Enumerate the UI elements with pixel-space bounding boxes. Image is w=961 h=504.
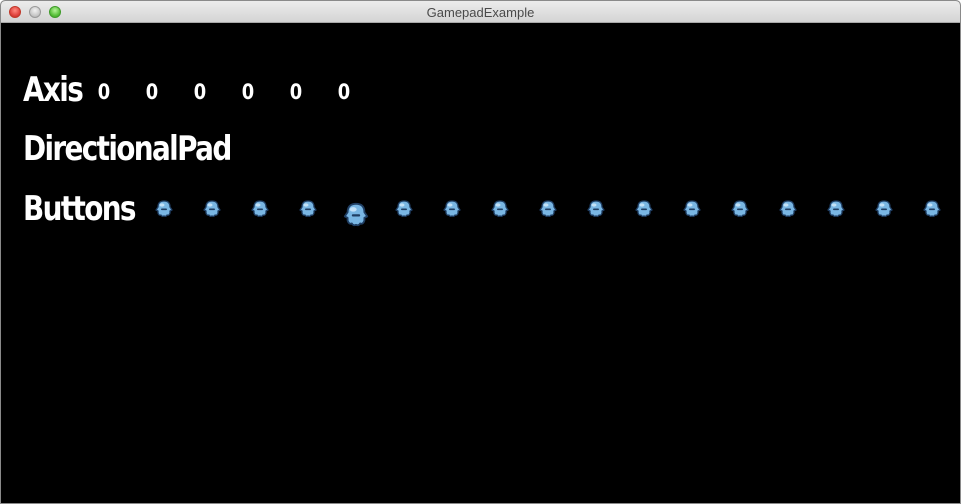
gamepad-button-indicator	[538, 199, 558, 219]
gamepad-button-indicator	[250, 199, 270, 219]
axis-value: 0	[241, 80, 255, 104]
gamepad-button-indicator	[341, 201, 371, 229]
axis-value: 0	[289, 80, 303, 104]
axis-value: 0	[145, 80, 159, 104]
gamepad-button-indicator	[874, 199, 894, 219]
gamepad-button-indicator	[778, 199, 798, 219]
gamepad-button-indicator	[922, 199, 942, 219]
window-title: GamepadExample	[426, 5, 535, 20]
app-window: GamepadExample Axis 0 0 0 0 0 0 Directio…	[0, 0, 961, 504]
gamepad-button-indicator	[586, 199, 606, 219]
gamepad-button-indicator	[442, 199, 462, 219]
axis-value: 0	[337, 80, 351, 104]
gamepad-button-indicator	[298, 199, 318, 219]
gamepad-button-indicator	[634, 199, 654, 219]
title-bar[interactable]: GamepadExample	[1, 1, 960, 23]
gamepad-button-indicator	[730, 199, 750, 219]
gamepad-button-indicator	[490, 199, 510, 219]
gamepad-button-indicator	[826, 199, 846, 219]
axis-value: 0	[193, 80, 207, 104]
axis-label: Axis	[23, 70, 84, 110]
axis-value: 0	[97, 80, 111, 104]
gamepad-button-indicator	[682, 199, 702, 219]
gamepad-button-indicator	[202, 199, 222, 219]
buttons-label: Buttons	[23, 189, 137, 229]
gamepad-button-indicator	[154, 199, 174, 219]
gamepad-button-indicator	[394, 199, 414, 219]
game-canvas[interactable]: Axis 0 0 0 0 0 0 DirectionalPad Buttons	[1, 23, 960, 503]
directional-pad-label: DirectionalPad	[23, 129, 232, 169]
